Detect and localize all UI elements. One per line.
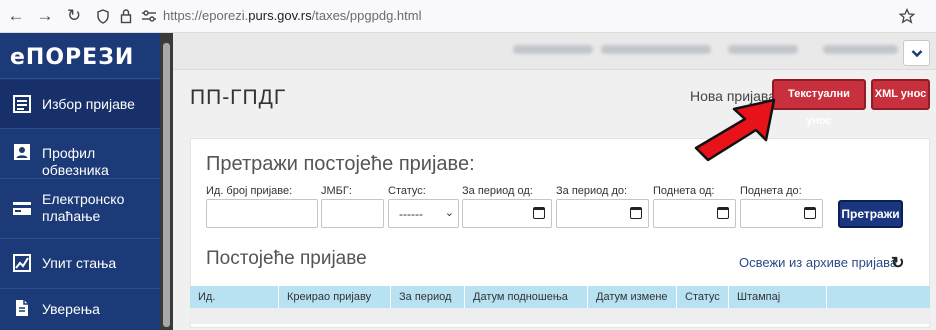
url-domain: purs.gov.rs [248,8,312,23]
redacted-text [601,45,711,54]
sidebar-item-label: Уверења [42,301,100,317]
redacted-text [728,45,798,54]
submitted-to-label: Поднета до: [740,185,802,197]
jmbg-input[interactable] [321,199,384,228]
url-path: /taxes/ppgpdg.html [311,8,422,23]
status-label: Статус: [388,185,426,197]
table-row [190,308,930,324]
sidebar-scrollbar[interactable] [160,33,173,330]
sidebar-divider [0,78,160,79]
document-icon [16,300,28,316]
column-header[interactable]: За период [390,286,464,308]
return-id-label: Ид. број пријаве: [206,185,293,197]
period-to-input[interactable] [556,199,649,228]
shield-icon [97,9,109,24]
column-header[interactable]: Штампај [728,286,826,308]
reload-icon[interactable]: ↻ [64,6,84,26]
sidebar-item-label: Упит стања [42,255,117,271]
card-icon [13,202,31,215]
back-icon[interactable]: ← [6,6,26,26]
column-header [826,286,930,308]
calendar-icon[interactable] [533,207,545,219]
sidebar-item-label: Профил обвезника [42,145,109,178]
sidebar-item-payment[interactable]: Електронско плаћање [0,179,160,237]
forward-icon[interactable]: → [35,6,55,26]
brand-logo[interactable]: еПОРЕЗИ [10,45,134,70]
annotation-arrow-icon [694,98,776,162]
lock-icon [120,9,132,24]
sidebar-item-label: Електронско плаћање [42,191,125,224]
column-header[interactable]: Датум подношења [464,286,587,308]
calendar-icon[interactable] [630,207,642,219]
user-menu-button[interactable] [903,40,930,66]
chevron-down-icon: ⌄ [444,207,454,219]
sidebar-item-balance-query[interactable]: Упит стања [0,239,160,287]
user-info-bar [173,33,936,70]
chevron-down-icon [911,50,923,58]
text-entry-button[interactable]: Текстуални унос [772,79,866,127]
chart-icon [13,254,31,272]
sidebar-item-certificates[interactable]: Уверења [0,289,160,330]
sidebar-item-profile[interactable]: Профил обвезника [0,129,160,178]
submitted-to-input[interactable] [740,199,823,228]
xml-entry-button[interactable]: XML унос [871,79,930,110]
status-select[interactable]: ------ ⌄ [388,199,459,228]
scrollbar-thumb[interactable] [163,43,170,327]
column-header[interactable]: Датум измене [587,286,676,308]
url-prefix: https://eporezi. [163,8,249,23]
browser-toolbar: ← → ↻ https://eporezi.purs.gov.rs/taxes/… [0,0,936,33]
submitted-from-input[interactable] [653,199,736,228]
permissions-icon[interactable] [141,10,157,22]
returns-table-header: Ид. Креирао пријаву За период Датум подн… [190,286,930,308]
page-title: ПП-ГПДГ [190,86,287,109]
refresh-archive-link[interactable]: Освежи из архиве пријава [739,255,897,270]
calendar-icon[interactable] [717,207,729,219]
address-bar[interactable]: https://eporezi.purs.gov.rs/taxes/ppgpdg… [163,8,421,23]
calendar-icon[interactable] [804,207,816,219]
period-from-input[interactable] [462,199,552,228]
return-id-input[interactable] [206,199,318,228]
sidebar-item-label: Избор пријаве [42,96,135,112]
existing-returns-title: Постојеће пријаве [206,248,367,269]
status-value: ------ [399,207,423,221]
redacted-text [513,45,593,54]
period-from-label: За период од: [462,185,533,197]
list-icon [13,95,31,113]
profile-icon [14,144,30,160]
search-title: Претражи постојеће пријаве: [206,153,475,175]
column-header[interactable]: Статус [676,286,728,308]
redacted-text [823,45,898,54]
jmbg-label: ЈМБГ: [321,185,352,197]
column-header[interactable]: Ид. [190,286,278,308]
bookmark-star-icon[interactable] [899,8,915,24]
search-button[interactable]: Претражи [838,200,903,228]
column-header[interactable]: Креирао пријаву [278,286,390,308]
period-to-label: За период до: [556,185,628,197]
sidebar-item-select-return[interactable]: Избор пријаве [0,80,160,128]
refresh-icon[interactable]: ↻ [891,253,904,273]
submitted-from-label: Поднета од: [653,185,715,197]
